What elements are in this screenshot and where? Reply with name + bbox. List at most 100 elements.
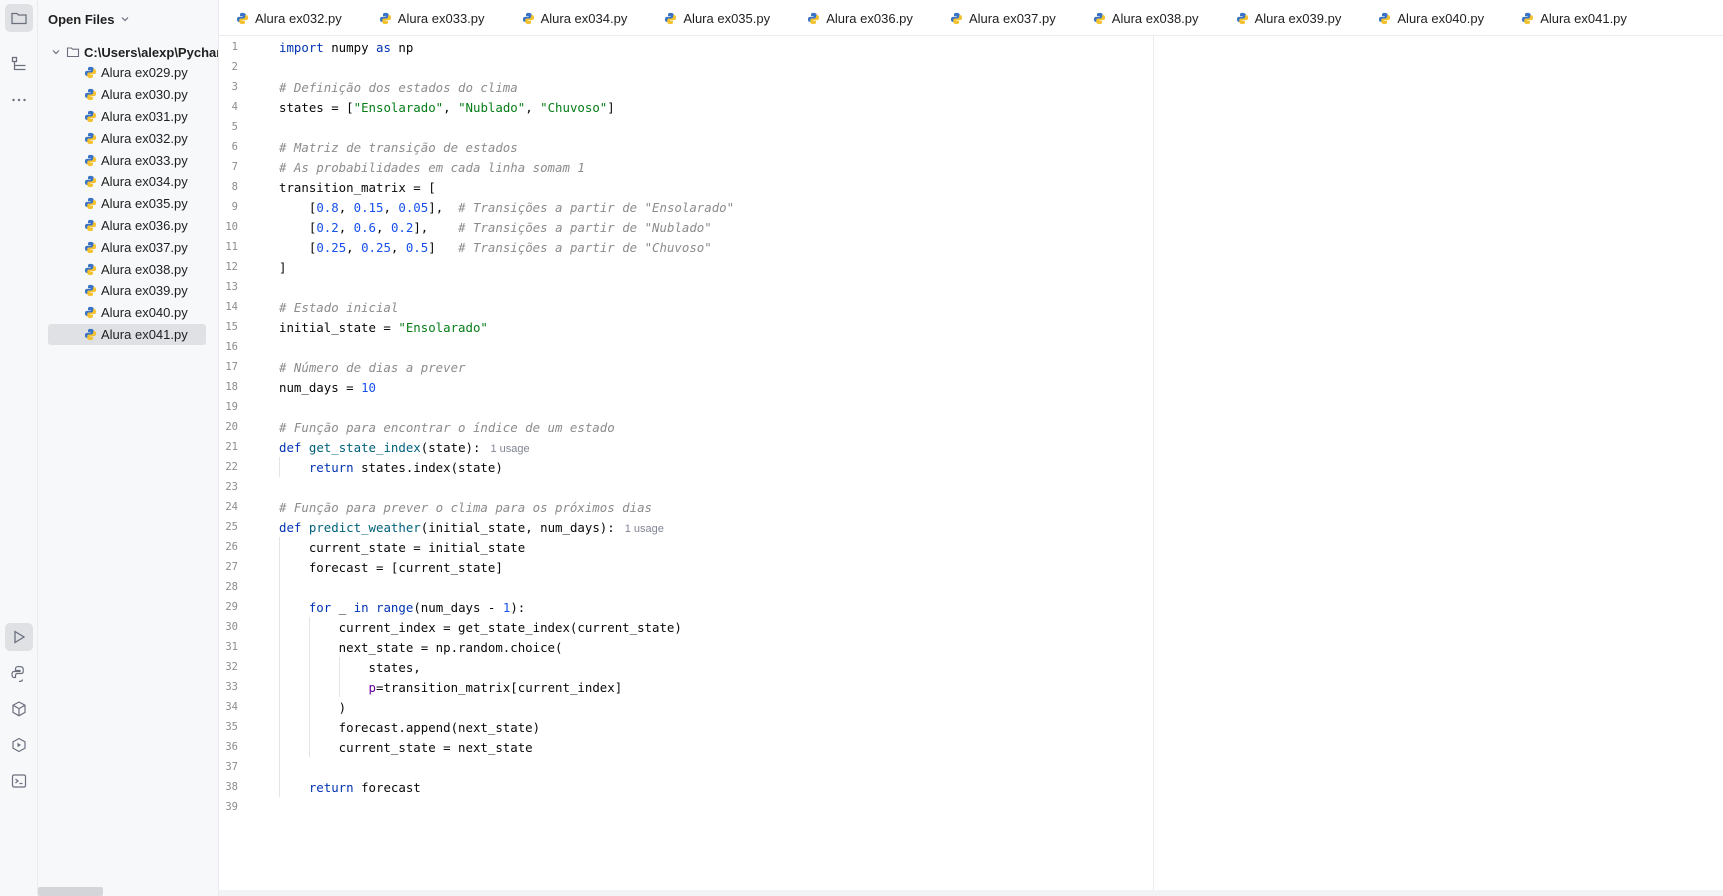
line-number: 11 <box>225 241 238 253</box>
code-line[interactable]: 29 for _ in range(num_days - 1): <box>219 597 1149 617</box>
python-file-icon <box>84 285 97 297</box>
code-text: # Função para encontrar o índice de um e… <box>279 419 615 435</box>
code-line[interactable]: 8 transition_matrix = [ <box>219 177 1149 197</box>
code-line[interactable]: 5 <box>219 117 1149 137</box>
project-tool-button[interactable] <box>5 4 33 32</box>
code-line[interactable]: 21 def get_state_index(state): 1 usage <box>219 437 1149 457</box>
tree-root-folder[interactable]: C:\Users\alexp\PycharmProjects <box>50 42 218 62</box>
code-editor[interactable]: 1 import numpy as np 2 3 # Definição dos est… <box>219 36 1723 896</box>
code-line[interactable]: 13 <box>219 277 1149 297</box>
code-line[interactable]: 9 [0.8, 0.15, 0.05], # Transições a part… <box>219 197 1149 217</box>
run-tool-button[interactable] <box>5 623 33 651</box>
line-number: 10 <box>225 221 238 233</box>
horizontal-scrollbar[interactable] <box>38 887 103 896</box>
code-line[interactable]: 37 <box>219 757 1149 777</box>
code-text: [0.25, 0.25, 0.5] # Transições a partir … <box>279 239 712 255</box>
code-line[interactable]: 17 # Número de dias a prever <box>219 357 1149 377</box>
code-line[interactable]: 32 states, <box>219 657 1149 677</box>
editor-tab[interactable]: Alura ex041.py <box>1521 0 1627 35</box>
code-line[interactable]: 23 <box>219 477 1149 497</box>
file-tree-item[interactable]: Alura ex032.py <box>48 127 206 149</box>
usage-inlay-hint[interactable]: 1 usage <box>490 443 529 455</box>
code-text: # Número de dias a prever <box>279 359 466 375</box>
editor-tab[interactable]: Alura ex037.py <box>950 0 1056 35</box>
python-file-icon <box>84 132 97 144</box>
editor-tab[interactable]: Alura ex040.py <box>1378 0 1484 35</box>
editor-tab[interactable]: Alura ex034.py <box>522 0 627 35</box>
usage-inlay-hint[interactable]: 1 usage <box>625 523 664 535</box>
editor-tab[interactable]: Alura ex039.py <box>1236 0 1341 35</box>
python-file-icon <box>950 12 963 24</box>
code-line[interactable]: 12] <box>219 257 1149 277</box>
file-tree-item[interactable]: Alura ex039.py <box>48 280 206 302</box>
code-line[interactable]: 35 forecast.append(next_state) <box>219 717 1149 737</box>
services-button[interactable] <box>5 731 33 759</box>
code-line[interactable]: 28 <box>219 577 1149 597</box>
code-line[interactable]: 15 initial_state = "Ensolarado" <box>219 317 1149 337</box>
line-number: 27 <box>225 561 238 573</box>
chevron-down-icon[interactable] <box>50 46 62 58</box>
file-tree-item-label: Alura ex034.py <box>101 174 188 190</box>
code-line[interactable]: 11 [0.25, 0.25, 0.5] # Transições a part… <box>219 237 1149 257</box>
python-console-button[interactable] <box>5 659 33 687</box>
code-line[interactable]: 39 <box>219 797 1149 817</box>
file-tree-item-label: Alura ex029.py <box>101 65 188 81</box>
python-file-icon <box>84 110 97 123</box>
folder-icon <box>66 47 80 58</box>
file-tree-item[interactable]: Alura ex033.py <box>48 149 206 171</box>
code-line[interactable]: 6 # Matriz de transição de estados <box>219 137 1149 157</box>
code-line[interactable]: 20 # Função para encontrar o índice de um… <box>219 417 1149 437</box>
code-line[interactable]: 16 <box>219 337 1149 357</box>
line-number: 3 <box>231 81 238 93</box>
file-tree-item[interactable]: Alura ex041.py <box>48 323 206 346</box>
line-number: 4 <box>231 101 238 113</box>
file-tree-item[interactable]: Alura ex035.py <box>48 193 206 215</box>
code-line[interactable]: 27 forecast = [current_state] <box>219 557 1149 577</box>
code-line[interactable]: 24 # Função para prever o clima para os p… <box>219 497 1149 517</box>
project-view-title: Open Files <box>48 11 115 27</box>
code-line[interactable]: 14 # Estado inicial <box>219 297 1149 317</box>
code-line[interactable]: 22 return states.index(state) <box>219 457 1149 477</box>
more-tools-button[interactable] <box>5 86 33 114</box>
editor-tab[interactable]: Alura ex035.py <box>664 0 770 35</box>
editor-tab[interactable]: Alura ex036.py <box>807 0 913 35</box>
editor-tab-label: Alura ex041.py <box>1540 10 1627 26</box>
open-files-dropdown[interactable]: Open Files <box>48 9 130 29</box>
code-line[interactable]: 34 ) <box>219 697 1149 717</box>
file-tree-item[interactable]: Alura ex029.py <box>48 62 206 84</box>
file-tree-item[interactable]: Alura ex030.py <box>48 84 206 106</box>
code-line[interactable]: 38 return forecast <box>219 777 1149 797</box>
python-packages-button[interactable] <box>5 695 33 723</box>
editor-tab[interactable]: Alura ex033.py <box>379 0 485 35</box>
code-line[interactable]: 25 def predict_weather(initial_state, num… <box>219 517 1149 537</box>
code-line[interactable]: 36 current_state = next_state <box>219 737 1149 757</box>
file-tree-item[interactable]: Alura ex040.py <box>48 302 206 324</box>
file-tree-item[interactable]: Alura ex034.py <box>48 171 206 193</box>
line-number: 36 <box>225 741 238 753</box>
terminal-button[interactable] <box>5 767 33 795</box>
editor-tab[interactable]: Alura ex032.py <box>236 0 342 35</box>
code-line[interactable]: 33 p=transition_matrix[current_index] <box>219 677 1149 697</box>
code-text: # Função para prever o clima para os pró… <box>279 499 652 515</box>
editor-horizontal-scrollbar[interactable] <box>219 890 1723 896</box>
code-line[interactable]: 18 num_days = 10 <box>219 377 1149 397</box>
code-line[interactable]: 3 # Definição dos estados do clima <box>219 77 1149 97</box>
file-tree-item[interactable]: Alura ex037.py <box>48 236 206 258</box>
code-line[interactable]: 26 current_state = initial_state <box>219 537 1149 557</box>
file-tree-item[interactable]: Alura ex038.py <box>48 258 206 280</box>
line-number: 17 <box>225 361 238 373</box>
code-line[interactable]: 4 states = ["Ensolarado", "Nublado", "Chu… <box>219 97 1149 117</box>
file-tree-item[interactable]: Alura ex036.py <box>48 215 206 237</box>
code-line[interactable]: 31 next_state = np.random.choice( <box>219 637 1149 657</box>
code-line[interactable]: 30 current_index = get_state_index(curre… <box>219 617 1149 637</box>
line-number: 13 <box>225 281 238 293</box>
code-line[interactable]: 1 import numpy as np <box>219 37 1149 57</box>
code-line[interactable]: 2 <box>219 57 1149 77</box>
editor-tab[interactable]: Alura ex038.py <box>1093 0 1199 35</box>
code-line[interactable]: 7 # As probabilidades em cada linha somam… <box>219 157 1149 177</box>
file-tree-item[interactable]: Alura ex031.py <box>48 106 206 128</box>
code-text: next_state = np.random.choice( <box>279 639 563 655</box>
code-line[interactable]: 19 <box>219 397 1149 417</box>
structure-tool-button[interactable] <box>5 50 33 78</box>
code-line[interactable]: 10 [0.2, 0.6, 0.2], # Transições a parti… <box>219 217 1149 237</box>
